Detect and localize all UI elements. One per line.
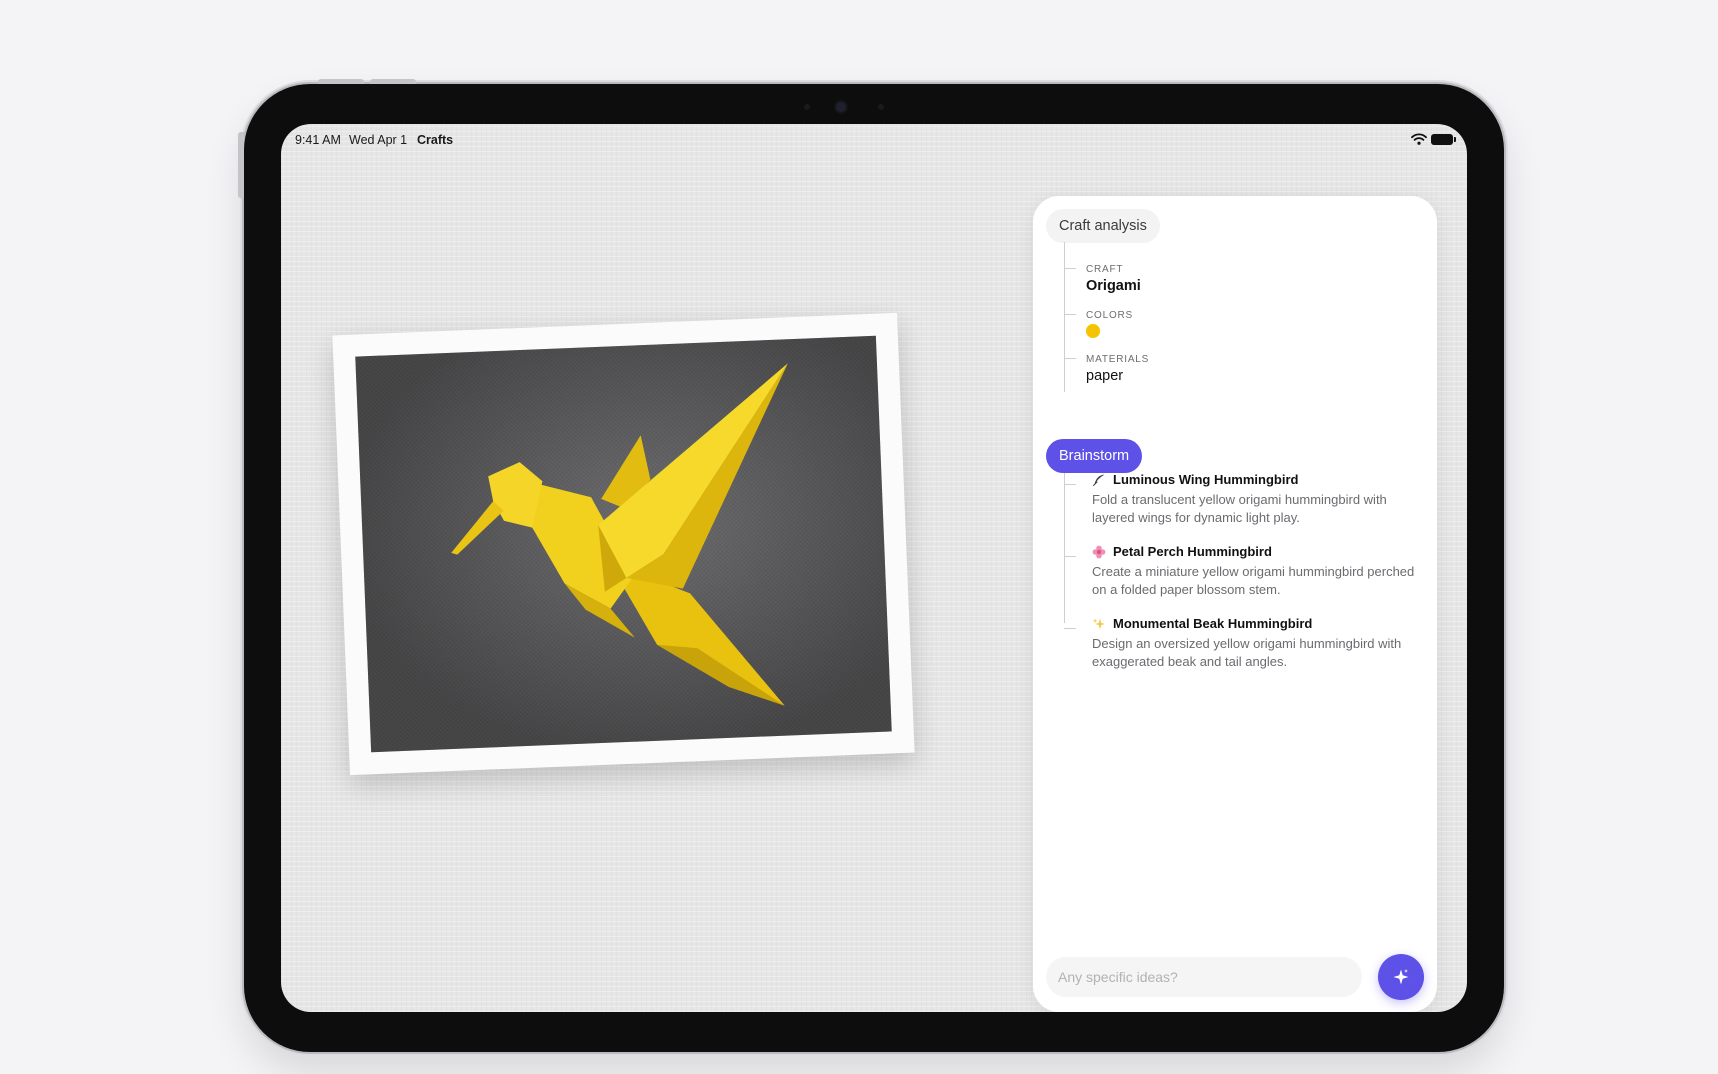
top-button: [318, 79, 364, 84]
ipad-frame: 9:41 AM Wed Apr 1 Crafts Craft analysis …: [238, 79, 1504, 1052]
status-date: Wed Apr 1: [349, 133, 408, 147]
tree-connector: [1064, 473, 1065, 623]
front-camera: [836, 102, 846, 112]
idea-title: Petal Perch Hummingbird: [1113, 544, 1272, 559]
hummingbird-illustration: [451, 363, 788, 706]
materials-label: MATERIALS: [1086, 354, 1150, 365]
tree-connector: [1064, 314, 1076, 315]
status-time: 9:41 AM: [295, 133, 341, 147]
craft-analysis-panel: Craft analysis CRAFT Origami COLORS MATE…: [1033, 196, 1437, 1012]
front-sensor: [804, 104, 810, 110]
idea-description: Fold a translucent yellow origami hummin…: [1092, 492, 1387, 525]
tree-connector: [1064, 268, 1076, 269]
tree-connector: [1064, 358, 1076, 359]
idea-description: Create a miniature yellow origami hummin…: [1092, 564, 1415, 597]
idea-item[interactable]: Petal Perch Hummingbird Create a miniatu…: [1092, 544, 1422, 599]
generate-ideas-button[interactable]: [1378, 954, 1424, 1000]
app-title: Crafts: [417, 133, 454, 147]
top-button: [370, 79, 416, 84]
status-bar: 9:41 AM Wed Apr 1 Crafts: [281, 124, 1467, 154]
battery-icon: [1431, 134, 1456, 145]
photo-card[interactable]: [332, 312, 915, 776]
craft-analysis-header: Craft analysis: [1046, 209, 1160, 243]
idea-description: Design an oversized yellow origami hummi…: [1092, 636, 1402, 669]
sparkle-icon: [1393, 969, 1409, 985]
craft-value: Origami: [1086, 278, 1141, 294]
ideas-prompt-input[interactable]: [1046, 957, 1362, 997]
origami-hummingbird-photo: [355, 335, 892, 753]
side-button: [238, 132, 244, 198]
tree-connector: [1064, 628, 1076, 629]
idea-item[interactable]: Monumental Beak Hummingbird Design an ov…: [1092, 616, 1422, 671]
sparkle-icon: [1092, 618, 1105, 629]
feather-icon: [1093, 474, 1105, 486]
colors-label: COLORS: [1086, 310, 1134, 321]
app-screen: 9:41 AM Wed Apr 1 Crafts Craft analysis …: [281, 124, 1467, 1012]
materials-value: paper: [1086, 368, 1124, 384]
idea-item[interactable]: Luminous Wing Hummingbird Fold a translu…: [1092, 472, 1422, 527]
tree-connector: [1064, 242, 1065, 392]
blossom-icon: [1092, 545, 1106, 558]
tree-connector: [1064, 556, 1076, 557]
idea-title: Monumental Beak Hummingbird: [1113, 616, 1313, 631]
wifi-icon: [1411, 133, 1427, 145]
tree-connector: [1064, 484, 1076, 485]
idea-title: Luminous Wing Hummingbird: [1113, 472, 1299, 487]
front-sensor: [878, 104, 884, 110]
brainstorm-button[interactable]: Brainstorm: [1046, 439, 1143, 473]
craft-label: CRAFT: [1086, 264, 1124, 275]
color-swatch-yellow: [1086, 324, 1100, 338]
